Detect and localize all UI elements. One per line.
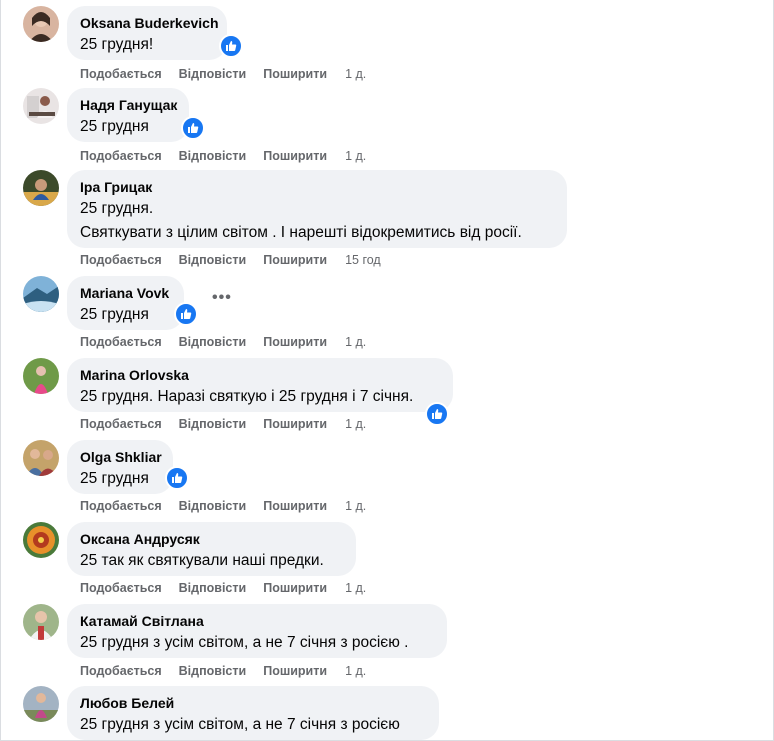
comment-author[interactable]: Marina Orlovska <box>80 366 441 384</box>
like-icon[interactable] <box>181 116 205 140</box>
comment-timestamp[interactable]: 1 д. <box>345 664 366 678</box>
reply-button[interactable]: Відповісти <box>179 149 247 163</box>
reply-button[interactable]: Відповісти <box>179 581 247 595</box>
comment-timestamp[interactable]: 15 год <box>345 253 381 267</box>
comment-actions: Подобається Відповісти Поширити 1 д. <box>80 148 366 164</box>
comment-actions: Подобається Відповісти Поширити 1 д. <box>80 580 366 596</box>
reply-button[interactable]: Відповісти <box>179 67 247 81</box>
comment-author[interactable]: Оксана Андрусяк <box>80 530 344 548</box>
comment-actions: Подобається Відповісти Поширити 1 д. <box>80 498 366 514</box>
comment-text: 25 так як святкували наші предки. <box>80 552 324 569</box>
comment-bubble: Оксана Андрусяк 25 так як святкували наш… <box>67 522 356 576</box>
comment-text: 25 грудня! <box>80 36 154 53</box>
more-options-button[interactable]: ••• <box>212 290 232 306</box>
share-button[interactable]: Поширити <box>263 417 327 431</box>
comment-bubble: Надя Ганущак 25 грудня <box>67 88 189 142</box>
like-button[interactable]: Подобається <box>80 253 162 267</box>
comment-text: 25 грудня з усім світом, а не 7 січня з … <box>80 634 409 651</box>
comment-bubble: Mariana Vovk 25 грудня <box>67 276 184 330</box>
reply-button[interactable]: Відповісти <box>179 499 247 513</box>
comment-author[interactable]: Іра Грицак <box>80 178 555 196</box>
share-button[interactable]: Поширити <box>263 664 327 678</box>
comment-actions: Подобається Відповісти Поширити 1 д. <box>80 416 366 432</box>
reply-button[interactable]: Відповісти <box>179 253 247 267</box>
comment-author[interactable]: Oksana Buderkevich <box>80 14 219 32</box>
comment-actions: Подобається Відповісти Поширити 1 д. <box>80 66 366 82</box>
comment-text: 25 грудня <box>80 470 149 487</box>
like-button[interactable]: Подобається <box>80 581 162 595</box>
comment-text: 25 грудня. Наразі святкую і 25 грудня і … <box>80 388 414 405</box>
comment-text: 25 грудня <box>80 306 149 323</box>
avatar[interactable] <box>23 604 59 640</box>
like-icon[interactable] <box>425 402 449 426</box>
share-button[interactable]: Поширити <box>263 149 327 163</box>
comment-timestamp[interactable]: 1 д. <box>345 499 366 513</box>
comment-actions: Подобається Відповісти Поширити 1 д. <box>80 663 366 679</box>
comment-author[interactable]: Надя Ганущак <box>80 96 177 114</box>
comment-author[interactable]: Катамай Світлана <box>80 612 435 630</box>
comment-timestamp[interactable]: 1 д. <box>345 581 366 595</box>
like-button[interactable]: Подобається <box>80 417 162 431</box>
avatar[interactable] <box>23 276 59 312</box>
like-icon[interactable] <box>174 302 198 326</box>
comment-timestamp[interactable]: 1 д. <box>345 417 366 431</box>
avatar[interactable] <box>23 358 59 394</box>
share-button[interactable]: Поширити <box>263 335 327 349</box>
share-button[interactable]: Поширити <box>263 581 327 595</box>
avatar[interactable] <box>23 440 59 476</box>
like-icon[interactable] <box>165 466 189 490</box>
like-button[interactable]: Подобається <box>80 67 162 81</box>
avatar[interactable] <box>23 170 59 206</box>
frame-left-border <box>0 0 1 741</box>
comment-timestamp[interactable]: 1 д. <box>345 335 366 349</box>
comment-bubble: Marina Orlovska 25 грудня. Наразі святку… <box>67 358 453 412</box>
avatar[interactable] <box>23 686 59 722</box>
like-icon[interactable] <box>219 34 243 58</box>
comment-bubble: Катамай Світлана 25 грудня з усім світом… <box>67 604 447 658</box>
reply-button[interactable]: Відповісти <box>179 664 247 678</box>
like-button[interactable]: Подобається <box>80 664 162 678</box>
like-button[interactable]: Подобається <box>80 149 162 163</box>
reply-button[interactable]: Відповісти <box>179 417 247 431</box>
comment-bubble: Oksana Buderkevich 25 грудня! <box>67 6 227 60</box>
comment-author[interactable]: Mariana Vovk <box>80 284 172 302</box>
comment-bubble: Любов Белей 25 грудня з усім світом, а н… <box>67 686 439 740</box>
comment-timestamp[interactable]: 1 д. <box>345 67 366 81</box>
share-button[interactable]: Поширити <box>263 67 327 81</box>
comment-actions: Подобається Відповісти Поширити 1 д. <box>80 334 366 350</box>
comment-text: 25 грудня з усім світом, а не 7 січня з … <box>80 716 400 733</box>
avatar[interactable] <box>23 88 59 124</box>
share-button[interactable]: Поширити <box>263 499 327 513</box>
comment-text-line: 25 грудня. <box>80 200 154 217</box>
like-button[interactable]: Подобається <box>80 499 162 513</box>
avatar[interactable] <box>23 6 59 42</box>
comment-actions: Подобається Відповісти Поширити 15 год <box>80 252 381 268</box>
comment-bubble: Іра Грицак 25 грудня. Святкувати з цілим… <box>67 170 567 248</box>
share-button[interactable]: Поширити <box>263 253 327 267</box>
reply-button[interactable]: Відповісти <box>179 335 247 349</box>
comment-author[interactable]: Любов Белей <box>80 694 427 712</box>
comment-text-line: Святкувати з цілим світом . І нарешті ві… <box>80 224 522 241</box>
comment-bubble: Olga Shkliar 25 грудня <box>67 440 173 494</box>
like-button[interactable]: Подобається <box>80 335 162 349</box>
avatar[interactable] <box>23 522 59 558</box>
comment-timestamp[interactable]: 1 д. <box>345 149 366 163</box>
comment-text: 25 грудня <box>80 118 149 135</box>
comment-author[interactable]: Olga Shkliar <box>80 448 162 466</box>
